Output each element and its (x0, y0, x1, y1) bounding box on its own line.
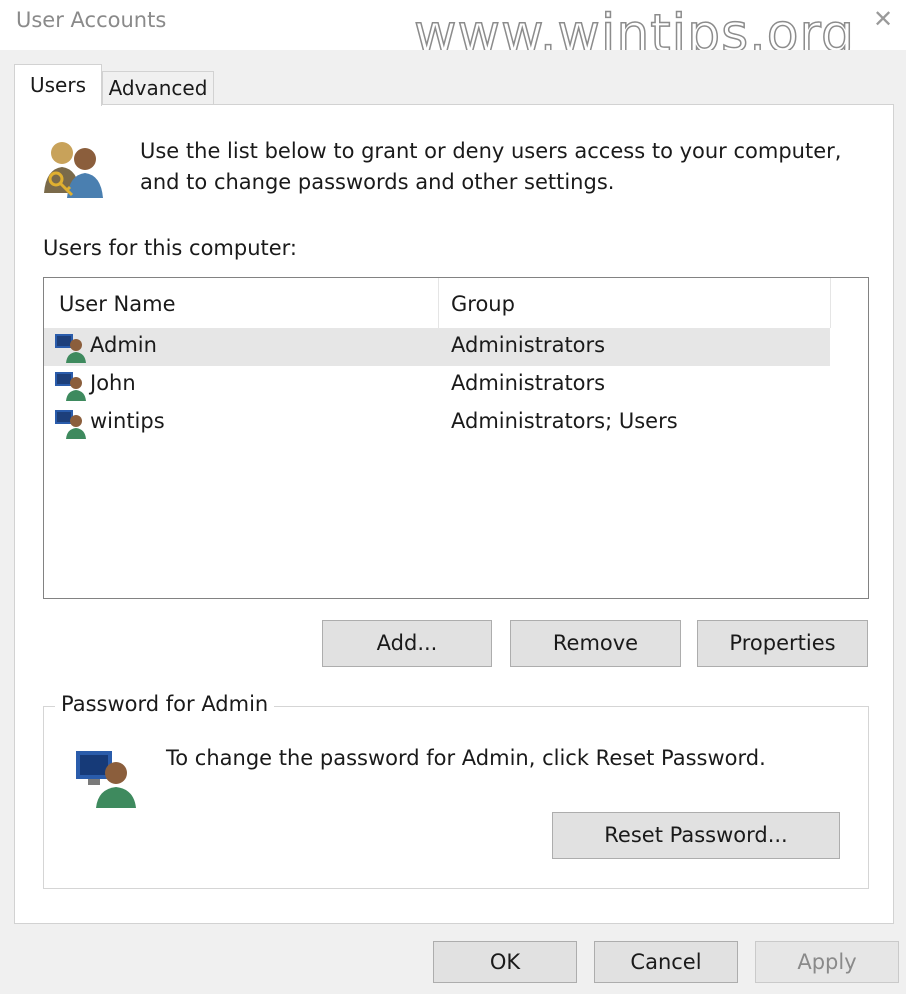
user-name-cell: John (90, 371, 136, 395)
users-list-label: Users for this computer: (43, 236, 298, 260)
window-title: User Accounts (16, 8, 167, 32)
reset-password-button[interactable]: Reset Password... (552, 812, 840, 859)
users-listview[interactable]: User Name Group Admin Administrators Joh… (43, 277, 869, 599)
close-icon[interactable]: ✕ (868, 4, 898, 34)
user-icon (55, 372, 86, 401)
group-cell: Administrators (451, 371, 606, 395)
group-cell: Administrators (451, 333, 606, 357)
add-button[interactable]: Add... (322, 620, 492, 667)
apply-button[interactable]: Apply (755, 941, 899, 983)
table-row[interactable]: John Administrators (44, 366, 830, 404)
remove-button[interactable]: Remove (510, 620, 681, 667)
password-group-legend: Password for Admin (55, 692, 275, 716)
listview-header: User Name Group (44, 278, 831, 328)
user-name-cell: Admin (90, 333, 157, 357)
properties-button[interactable]: Properties (697, 620, 868, 667)
column-header-group[interactable]: Group (451, 278, 831, 328)
intro-line-1: Use the list below to grant or deny user… (140, 139, 842, 163)
user-icon (55, 334, 86, 363)
intro-line-2: and to change passwords and other settin… (140, 170, 615, 194)
cancel-button[interactable]: Cancel (594, 941, 738, 983)
ok-button[interactable]: OK (433, 941, 577, 983)
group-cell: Administrators; Users (451, 409, 678, 433)
user-icon (55, 410, 86, 439)
users-key-icon (44, 142, 103, 198)
column-separator[interactable] (438, 278, 439, 328)
column-separator[interactable] (830, 278, 831, 328)
table-row[interactable]: wintips Administrators; Users (44, 404, 830, 442)
table-row[interactable]: Admin Administrators (44, 328, 830, 366)
tab-advanced[interactable]: Advanced (102, 71, 214, 104)
password-instructions: To change the password for Admin, click … (166, 746, 766, 770)
intro-text: Use the list below to grant or deny user… (140, 136, 860, 198)
password-groupbox (43, 706, 869, 889)
title-bar: User Accounts www.wintips.org ✕ (0, 0, 906, 65)
tab-users[interactable]: Users (14, 64, 102, 106)
user-monitor-icon (76, 751, 136, 808)
user-name-cell: wintips (90, 409, 165, 433)
column-header-user-name[interactable]: User Name (59, 278, 439, 328)
